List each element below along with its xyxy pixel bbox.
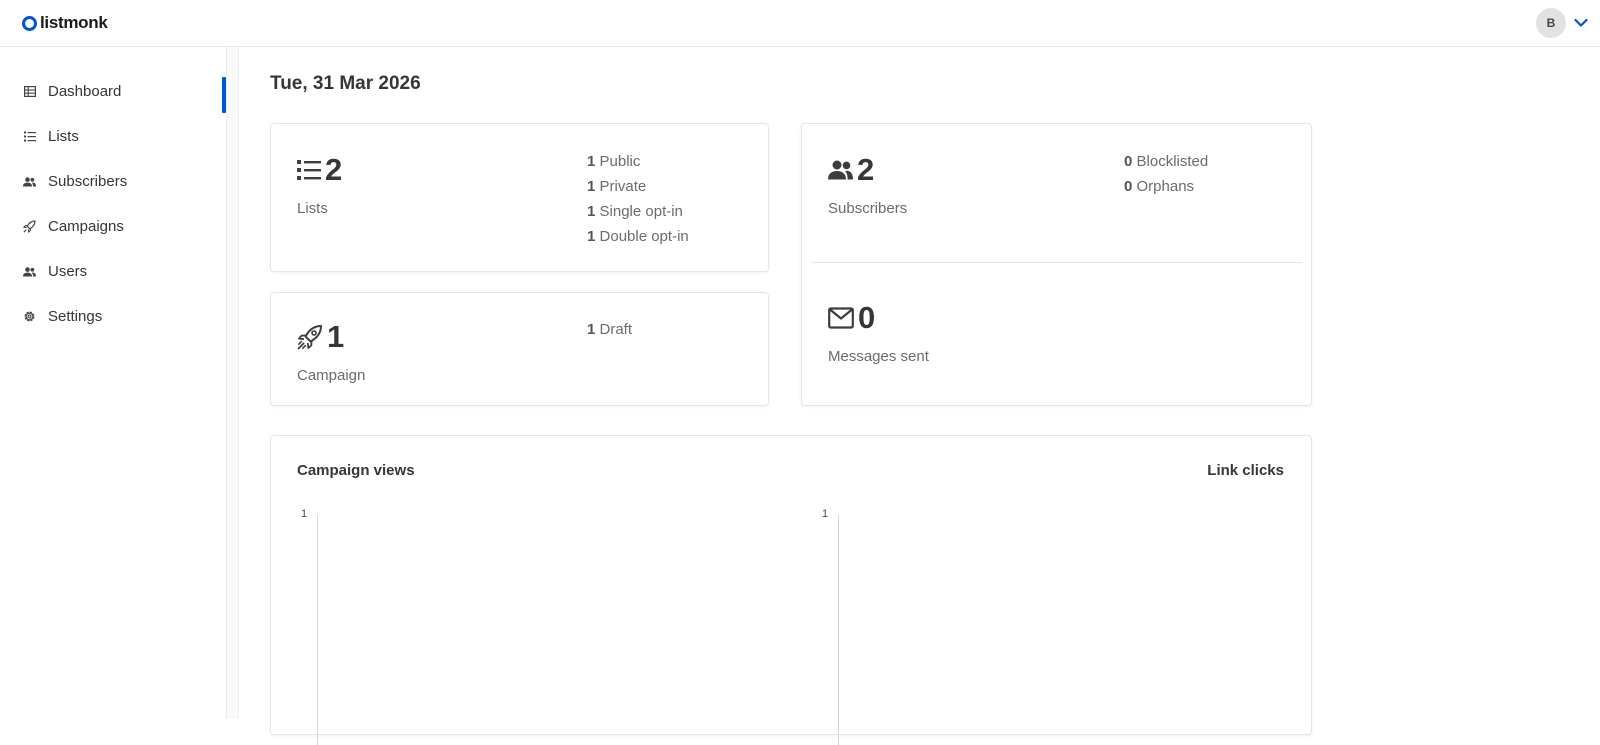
list-icon bbox=[297, 159, 321, 181]
sidebar-item-label: Users bbox=[48, 263, 88, 280]
sidebar-item-label: Subscribers bbox=[48, 173, 128, 190]
views-y-tick: 1 bbox=[301, 508, 308, 520]
messages-label: Messages sent bbox=[828, 348, 929, 365]
list-item: 1 Double opt-in bbox=[587, 228, 689, 245]
page-title: Tue, 31 Mar 2026 bbox=[270, 73, 421, 94]
users-icon bbox=[828, 160, 853, 180]
lists-breakdown: 1 Public 1 Private 1 Single opt-in 1 Dou… bbox=[587, 152, 689, 252]
list-item: 0 Orphans bbox=[1124, 178, 1195, 195]
charts-card: Campaign views Link clicks 1 1 bbox=[270, 435, 1312, 745]
subscribers-count-value: 2 bbox=[857, 152, 875, 187]
list-item: 1 Single opt-in bbox=[587, 203, 683, 220]
dashboard-main: Tue, 31 Mar 2026 2 Lists 1 Public 1 Priv… bbox=[239, 47, 1600, 745]
lists-card[interactable]: 2 Lists 1 Public 1 Private 1 Single opt-… bbox=[270, 123, 769, 272]
list-item: 1 Draft bbox=[587, 321, 633, 338]
sidebar-item-label: Campaigns bbox=[48, 218, 124, 235]
chevron-down-icon[interactable] bbox=[1574, 18, 1588, 28]
sidebar-item-label: Dashboard bbox=[48, 83, 122, 100]
clicks-y-tick: 1 bbox=[822, 508, 829, 520]
list-item: 1 Public bbox=[587, 153, 641, 170]
messages-count: 0 bbox=[828, 300, 929, 336]
sidebar-item-users[interactable]: Users bbox=[0, 249, 226, 294]
views-y-axis bbox=[317, 515, 318, 745]
sidebar-item-label: Lists bbox=[48, 128, 79, 145]
subscribers-breakdown: 0 Blocklisted 0 Orphans bbox=[1124, 152, 1208, 202]
sidebar-menu: Dashboard Lists Subscribers Campaigns Us… bbox=[0, 47, 226, 339]
users-icon bbox=[23, 265, 36, 278]
gear-icon bbox=[23, 310, 36, 323]
subscribers-card[interactable]: 2 Subscribers 0 Blocklisted 0 Orphans 0 … bbox=[801, 123, 1312, 406]
sidebar-item-settings[interactable]: Settings bbox=[0, 294, 226, 339]
link-clicks-title: Link clicks bbox=[1207, 462, 1284, 479]
rocket-icon bbox=[23, 220, 36, 233]
list-item: 1 Private bbox=[587, 178, 647, 195]
card-divider bbox=[811, 262, 1302, 263]
grid-icon bbox=[23, 85, 36, 98]
lists-count: 2 bbox=[297, 152, 342, 188]
rocket-icon bbox=[297, 324, 323, 350]
envelope-icon bbox=[828, 307, 854, 329]
sidebar-item-lists[interactable]: Lists bbox=[0, 114, 226, 159]
sidebar-item-dashboard[interactable]: Dashboard bbox=[0, 69, 226, 114]
avatar[interactable]: B bbox=[1536, 8, 1566, 38]
list-item: 0 Blocklisted bbox=[1124, 153, 1209, 170]
sidebar: Dashboard Lists Subscribers Campaigns Us… bbox=[0, 47, 227, 719]
campaign-views-title: Campaign views bbox=[297, 462, 415, 479]
campaigns-count-value: 1 bbox=[327, 319, 345, 354]
sidebar-scrollbar-track[interactable] bbox=[227, 47, 239, 719]
top-navbar: listmonk B bbox=[0, 0, 1600, 47]
subscribers-label: Subscribers bbox=[828, 200, 908, 217]
subscribers-count: 2 bbox=[828, 152, 907, 188]
logo-ring-icon bbox=[22, 15, 37, 31]
sidebar-item-campaigns[interactable]: Campaigns bbox=[0, 204, 226, 249]
list-icon bbox=[23, 130, 36, 143]
lists-count-value: 2 bbox=[325, 152, 343, 187]
user-menu[interactable]: B bbox=[1536, 8, 1588, 38]
campaigns-card[interactable]: 1 Campaign 1 Draft bbox=[270, 292, 769, 406]
sidebar-item-subscribers[interactable]: Subscribers bbox=[0, 159, 226, 204]
campaigns-breakdown: 1 Draft bbox=[587, 320, 632, 345]
campaigns-label: Campaign bbox=[297, 367, 366, 384]
brand-logo[interactable]: listmonk bbox=[22, 13, 108, 33]
campaigns-count: 1 bbox=[297, 319, 365, 355]
messages-count-value: 0 bbox=[858, 300, 876, 335]
lists-label: Lists bbox=[297, 200, 328, 217]
brand-name: listmonk bbox=[40, 13, 108, 32]
users-icon bbox=[23, 175, 36, 188]
clicks-y-axis bbox=[838, 515, 839, 745]
sidebar-item-label: Settings bbox=[48, 308, 103, 325]
